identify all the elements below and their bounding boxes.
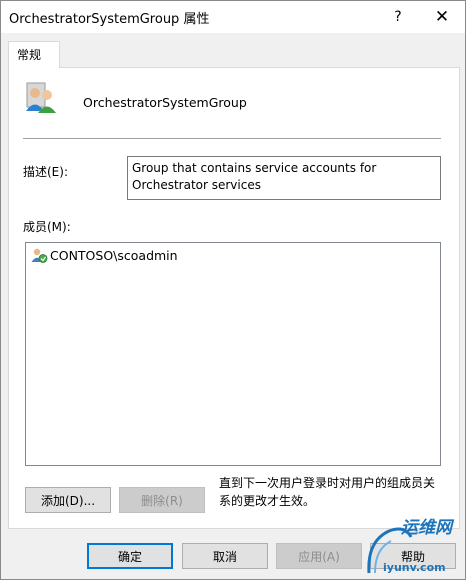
members-label: 成员(M): — [23, 220, 71, 234]
close-button[interactable]: ✕ — [429, 5, 455, 29]
title-bar: OrchestratorSystemGroup 属性 ? ✕ — [1, 1, 465, 33]
description-label: 描述(E): — [23, 165, 68, 179]
tab-general-label: 常规 — [17, 48, 42, 62]
help-footer-button[interactable]: 帮助 — [370, 543, 456, 569]
window-title: OrchestratorSystemGroup 属性 — [9, 12, 210, 27]
description-field[interactable]: Group that contains service accounts for… — [127, 156, 441, 200]
general-panel: OrchestratorSystemGroup 描述(E): Group tha… — [8, 67, 460, 529]
list-item[interactable]: CONTOSO\scoadmin — [31, 247, 178, 264]
membership-note: 直到下一次用户登录时对用户的组成员关系的更改才生效。 — [219, 476, 436, 508]
remove-button[interactable]: 删除(R) — [119, 487, 205, 513]
tab-general[interactable]: 常规 — [8, 41, 60, 68]
help-button[interactable]: ? — [385, 5, 411, 29]
apply-button[interactable]: 应用(A) — [276, 543, 362, 569]
add-button[interactable]: 添加(D)... — [25, 487, 111, 513]
properties-dialog: OrchestratorSystemGroup 属性 ? ✕ 常规 Orches… — [0, 0, 466, 580]
group-name: OrchestratorSystemGroup — [83, 95, 247, 110]
members-list[interactable]: CONTOSO\scoadmin — [25, 242, 441, 466]
group-icon — [26, 82, 56, 113]
member-name: CONTOSO\scoadmin — [50, 248, 178, 263]
cancel-button[interactable]: 取消 — [182, 543, 268, 569]
ok-button[interactable]: 确定 — [87, 543, 173, 569]
user-icon — [31, 248, 48, 263]
separator — [23, 138, 441, 139]
